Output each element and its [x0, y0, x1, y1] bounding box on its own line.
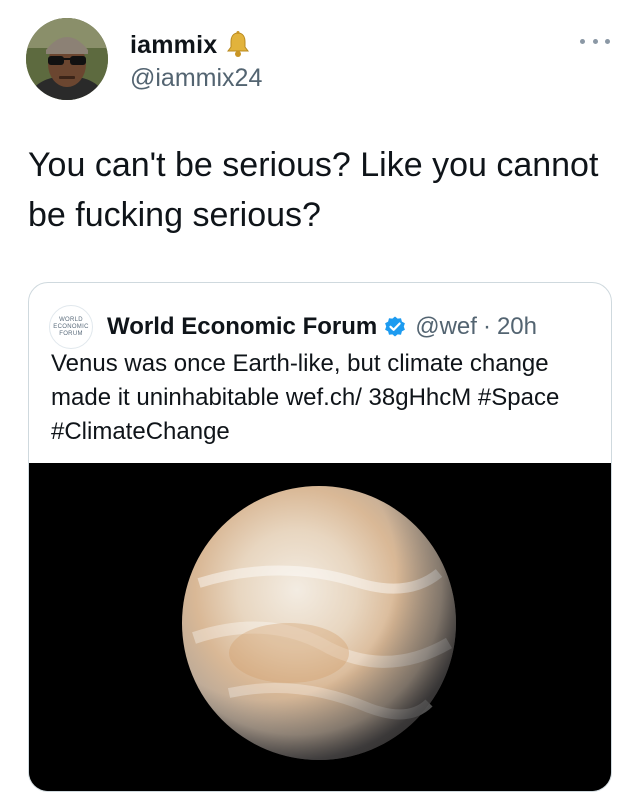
- tweet: iammix @iammix24 You can't be serious? L…: [0, 0, 640, 800]
- quote-separator: ·: [482, 313, 491, 340]
- quote-timestamp[interactable]: 20h: [497, 313, 537, 341]
- more-options-icon[interactable]: [580, 36, 610, 46]
- verified-badge-icon: [383, 315, 407, 339]
- quote-text: Venus was once Earth-like, but climate c…: [51, 350, 560, 445]
- quote-avatar-line: ECONOMIC: [53, 323, 89, 330]
- author-display-name[interactable]: iammix: [130, 31, 217, 60]
- tweet-text: You can't be serious? Like you cannot be…: [28, 146, 599, 234]
- author-row: iammix: [130, 30, 253, 60]
- quote-avatar-line: FORUM: [59, 330, 83, 337]
- quote-avatar-line: WORLD: [59, 316, 83, 323]
- avatar[interactable]: [26, 18, 108, 100]
- quote-tweet-card[interactable]: WORLD ECONOMIC FORUM World Economic Foru…: [28, 282, 612, 792]
- author-handle[interactable]: @iammix24: [130, 64, 262, 93]
- quote-author-handle[interactable]: @wef: [415, 313, 477, 341]
- quote-author-name[interactable]: World Economic Forum: [107, 313, 377, 341]
- quote-avatar[interactable]: WORLD ECONOMIC FORUM: [49, 305, 93, 349]
- bell-icon: [223, 30, 253, 60]
- quote-image-venus[interactable]: [29, 463, 611, 791]
- quote-header: WORLD ECONOMIC FORUM World Economic Foru…: [49, 305, 537, 349]
